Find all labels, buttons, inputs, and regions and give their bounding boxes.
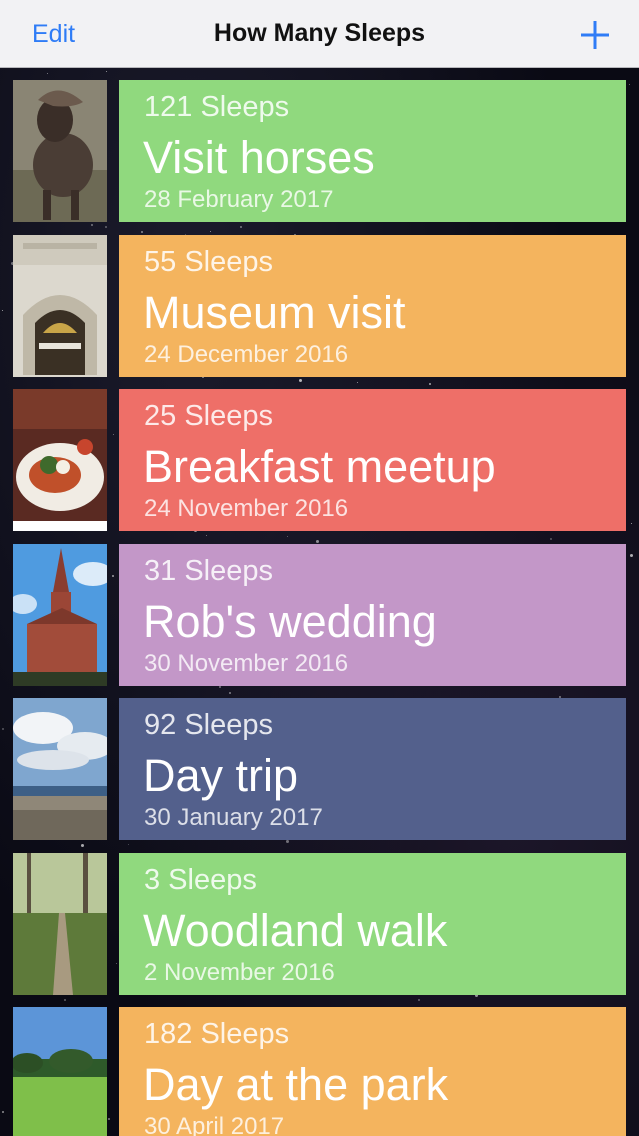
event-date: 24 November 2016 [144,495,349,522]
event-row[interactable]: 182 Sleeps Day at the park 30 April 2017 [0,1007,639,1136]
pony-photo [13,80,107,222]
event-date: 30 November 2016 [144,649,349,677]
event-card: 25 Sleeps Breakfast meetup 24 November 2… [119,389,626,531]
event-title: Breakfast meetup [143,441,496,492]
event-card: 182 Sleeps Day at the park 30 April 2017 [119,1007,626,1136]
event-row[interactable]: 55 Sleeps Museum visit 24 December 2016 [0,234,639,377]
sleeps-count: 182 Sleeps [144,1018,290,1050]
event-row[interactable]: 25 Sleeps Breakfast meetup 24 November 2… [0,389,639,531]
event-date: 30 January 2017 [144,804,323,831]
event-row[interactable]: 3 Sleeps Woodland walk 2 November 2016 [0,852,639,995]
plus-icon[interactable] [578,18,612,52]
sleeps-count: 3 Sleeps [144,863,257,896]
event-date: 28 February 2017 [144,186,334,213]
sleeps-count: 92 Sleeps [144,709,273,741]
event-title: Rob's wedding [143,595,437,647]
park-photo [13,1007,107,1136]
event-row[interactable]: 31 Sleeps Rob's wedding 30 November 2016 [0,543,639,686]
beach-photo [13,698,107,840]
event-title: Day trip [143,750,299,801]
sleeps-count: 25 Sleeps [144,400,273,432]
event-date: 30 April 2017 [144,1113,285,1136]
church-photo [13,543,107,686]
museum-entrance-photo [13,234,107,377]
event-date: 24 December 2016 [144,340,349,368]
breakfast-plate-photo [13,389,107,531]
sleeps-count: 55 Sleeps [144,245,273,278]
event-card: 3 Sleeps Woodland walk 2 November 2016 [119,852,626,995]
page-title: How Many Sleeps [213,19,426,47]
star-decoration [47,73,48,74]
woodland-path-photo [13,852,107,995]
event-title: Woodland walk [143,904,448,956]
star-decoration [106,71,107,72]
event-row[interactable]: 92 Sleeps Day trip 30 January 2017 [0,698,639,840]
navigation-bar: Edit How Many Sleeps [0,0,639,68]
event-card: 121 Sleeps Visit horses 28 February 2017 [119,80,626,222]
event-title: Day at the park [143,1059,449,1110]
event-title: Visit horses [143,132,375,183]
sleeps-count: 31 Sleeps [144,554,273,587]
event-card: 92 Sleeps Day trip 30 January 2017 [119,698,626,840]
event-date: 2 November 2016 [144,958,335,986]
sleeps-count: 121 Sleeps [144,91,290,123]
edit-button[interactable]: Edit [32,20,75,49]
event-title: Museum visit [143,286,406,338]
event-row[interactable]: 121 Sleeps Visit horses 28 February 2017 [0,80,639,222]
event-list: 121 Sleeps Visit horses 28 February 2017… [0,80,639,1136]
event-card: 55 Sleeps Museum visit 24 December 2016 [119,234,626,377]
event-card: 31 Sleeps Rob's wedding 30 November 2016 [119,543,626,686]
